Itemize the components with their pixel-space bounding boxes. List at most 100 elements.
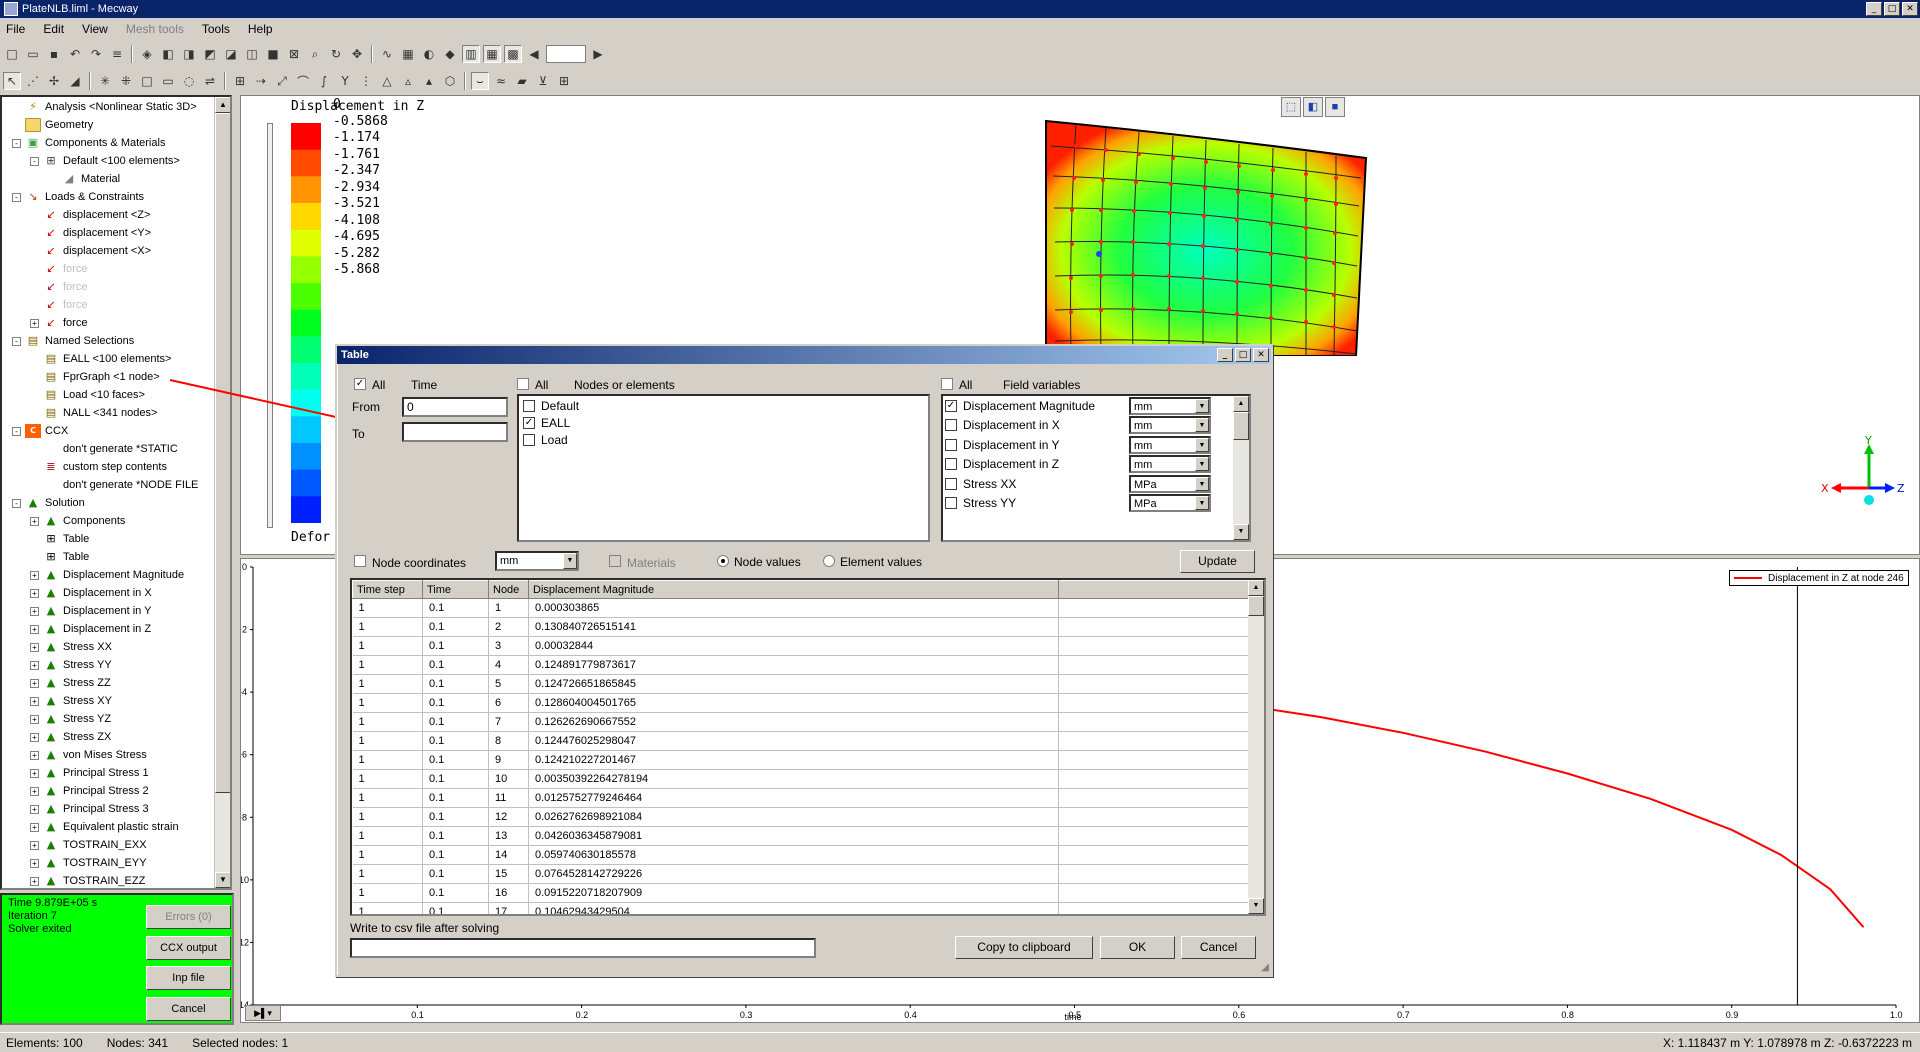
- deformation-slider[interactable]: [267, 123, 273, 528]
- chevron-down-icon[interactable]: ▼: [1195, 476, 1209, 491]
- unit-select[interactable]: mm ▼: [1129, 416, 1211, 434]
- tree-item[interactable]: ◢ Material: [48, 170, 120, 188]
- unit-select[interactable]: mm ▼: [1129, 396, 1211, 415]
- expand-icon[interactable]: +: [30, 606, 39, 616]
- collapse-icon[interactable]: -: [12, 138, 21, 148]
- node-set-item[interactable]: Default: [523, 397, 579, 414]
- explode-icon[interactable]: ✳: [96, 72, 114, 90]
- tree-item[interactable]: ↙ displacement <Y>: [30, 224, 151, 242]
- triangle-mesh-icon[interactable]: ▵: [399, 72, 417, 90]
- field-variable-checkbox[interactable]: [945, 458, 957, 470]
- fields-scrollbar[interactable]: ▲ ▼: [1233, 396, 1249, 540]
- table-row[interactable]: 1 0.1 11 0.0125752779246464: [352, 788, 1249, 808]
- view-top-icon[interactable]: ◫: [243, 45, 261, 63]
- tree-item[interactable]: + ▲ Stress XY: [30, 692, 112, 710]
- deform-icon[interactable]: ∿: [378, 45, 396, 63]
- revolve-icon[interactable]: ◌: [180, 72, 198, 90]
- column-header[interactable]: Time: [422, 580, 489, 599]
- redo-icon[interactable]: ↷: [87, 45, 105, 63]
- expand-icon[interactable]: +: [30, 516, 39, 526]
- scroll-thumb[interactable]: [1248, 596, 1264, 616]
- dialog-minimize-button[interactable]: _: [1217, 348, 1233, 362]
- dialog-cancel-button[interactable]: Cancel: [1181, 936, 1256, 959]
- mirror-icon[interactable]: ⇌: [201, 72, 219, 90]
- tree-item[interactable]: ▤ Load <10 faces>: [30, 386, 145, 404]
- scale-icon[interactable]: ⤢: [273, 72, 291, 90]
- table-row[interactable]: 1 0.1 8 0.124476025298047: [352, 731, 1249, 751]
- chevron-down-icon[interactable]: ▼: [563, 553, 577, 569]
- field-variable-checkbox[interactable]: [945, 438, 957, 451]
- move-icon[interactable]: ⇢: [252, 72, 270, 90]
- tree-item[interactable]: + ▲ TOSTRAIN_EZZ: [30, 872, 145, 888]
- view-back-icon[interactable]: ◨: [180, 45, 198, 63]
- playback-button[interactable]: ▶▌▾: [245, 1005, 281, 1021]
- table-view-icon[interactable]: ⊞: [555, 72, 573, 90]
- box-icon[interactable]: □: [138, 72, 156, 90]
- menu-mesh-tools[interactable]: Mesh tools: [126, 22, 184, 36]
- tree-item[interactable]: + ▲ Stress YY: [30, 656, 112, 674]
- zoom-icon[interactable]: ⌕: [306, 45, 324, 63]
- tree-item[interactable]: - ▤ Named Selections: [12, 332, 134, 350]
- tree-item[interactable]: ↙ force: [30, 278, 87, 296]
- zoom-fit-icon[interactable]: ⊠: [285, 45, 303, 63]
- node-coordinates-unit-select[interactable]: mm ▼: [495, 551, 579, 571]
- pan-icon[interactable]: ✥: [348, 45, 366, 63]
- expand-icon[interactable]: +: [30, 714, 39, 724]
- tree-scrollbar[interactable]: ▲ ▼: [214, 97, 230, 888]
- table-row[interactable]: 1 0.1 15 0.0764528142729226: [352, 864, 1249, 884]
- field-variable-checkbox[interactable]: [945, 419, 957, 431]
- field-variable-checkbox[interactable]: [945, 477, 957, 490]
- node-set-checkbox[interactable]: [523, 399, 535, 412]
- tree-item[interactable]: + ▲ Stress ZZ: [30, 674, 111, 692]
- view-left-icon[interactable]: ◩: [201, 45, 219, 63]
- column-header[interactable]: Displacement Magnitude: [528, 580, 1059, 599]
- unit-select[interactable]: mm ▼: [1129, 455, 1211, 473]
- table-row[interactable]: 1 0.1 3 0.00032844: [352, 636, 1249, 656]
- expand-icon[interactable]: +: [30, 318, 39, 328]
- expand-icon[interactable]: +: [30, 822, 39, 832]
- merge-icon[interactable]: ⊞: [231, 72, 249, 90]
- refine-icon[interactable]: ⬡: [441, 72, 459, 90]
- maximize-button[interactable]: □: [1884, 2, 1900, 16]
- tree-item[interactable]: + ▲ Stress XX: [30, 638, 112, 656]
- split-icon[interactable]: ⁜: [117, 72, 135, 90]
- from-input[interactable]: 0: [402, 397, 508, 417]
- table-row[interactable]: 1 0.1 1 0.000303865: [352, 598, 1249, 618]
- tree-item[interactable]: + ▲ Displacement in Y: [30, 602, 151, 620]
- projection-icon[interactable]: ⋮: [357, 72, 375, 90]
- sweep-icon[interactable]: ⌒: [294, 72, 312, 90]
- collapse-icon[interactable]: -: [12, 426, 21, 436]
- expand-icon[interactable]: +: [30, 678, 39, 688]
- menu-tools[interactable]: Tools: [202, 22, 230, 36]
- tree-item[interactable]: ▤ FprGraph <1 node>: [30, 368, 160, 386]
- model-tree[interactable]: ⚡ Analysis <Nonlinear Static 3D> Geometry -…: [0, 95, 232, 890]
- chevron-down-icon[interactable]: ▼: [1195, 437, 1209, 452]
- scroll-up-icon[interactable]: ▲: [1233, 396, 1249, 412]
- tree-item[interactable]: ▤ NALL <341 nodes>: [30, 404, 158, 422]
- menu-help[interactable]: Help: [248, 22, 273, 36]
- menu-edit[interactable]: Edit: [43, 22, 64, 36]
- select-arrow-icon[interactable]: ↖: [3, 72, 21, 90]
- errors-button[interactable]: Errors (0): [146, 905, 231, 929]
- layer-icon[interactable]: ≈: [492, 72, 510, 90]
- rotate-icon[interactable]: ↻: [327, 45, 345, 63]
- tree-item[interactable]: ≣ custom step contents: [30, 458, 167, 476]
- table-row[interactable]: 1 0.1 10 0.00350392264278194: [352, 769, 1249, 789]
- scroll-up-icon[interactable]: ▲: [215, 97, 230, 113]
- previous-icon[interactable]: ◀: [525, 45, 543, 63]
- tree-item[interactable]: ↙ displacement <Z>: [30, 206, 150, 224]
- fillet-icon[interactable]: △: [378, 72, 396, 90]
- scroll-down-icon[interactable]: ▼: [1248, 898, 1264, 914]
- tree-item[interactable]: - ▲ Solution: [12, 494, 85, 512]
- expand-icon[interactable]: +: [30, 732, 39, 742]
- save-icon[interactable]: ▪: [45, 45, 63, 63]
- solid-icon[interactable]: ▰: [513, 72, 531, 90]
- unit-select[interactable]: MPa ▼: [1129, 474, 1211, 493]
- tetra-icon[interactable]: ▴: [420, 72, 438, 90]
- tree-item[interactable]: don't generate *NODE FILE: [30, 476, 198, 494]
- scroll-down-icon[interactable]: ▼: [1233, 524, 1249, 540]
- tree-item[interactable]: + ▲ Principal Stress 1: [30, 764, 149, 782]
- tree-item[interactable]: + ▲ Principal Stress 3: [30, 800, 149, 818]
- view-right-icon[interactable]: ◪: [222, 45, 240, 63]
- table-row[interactable]: 1 0.1 13 0.0426036345879081: [352, 826, 1249, 846]
